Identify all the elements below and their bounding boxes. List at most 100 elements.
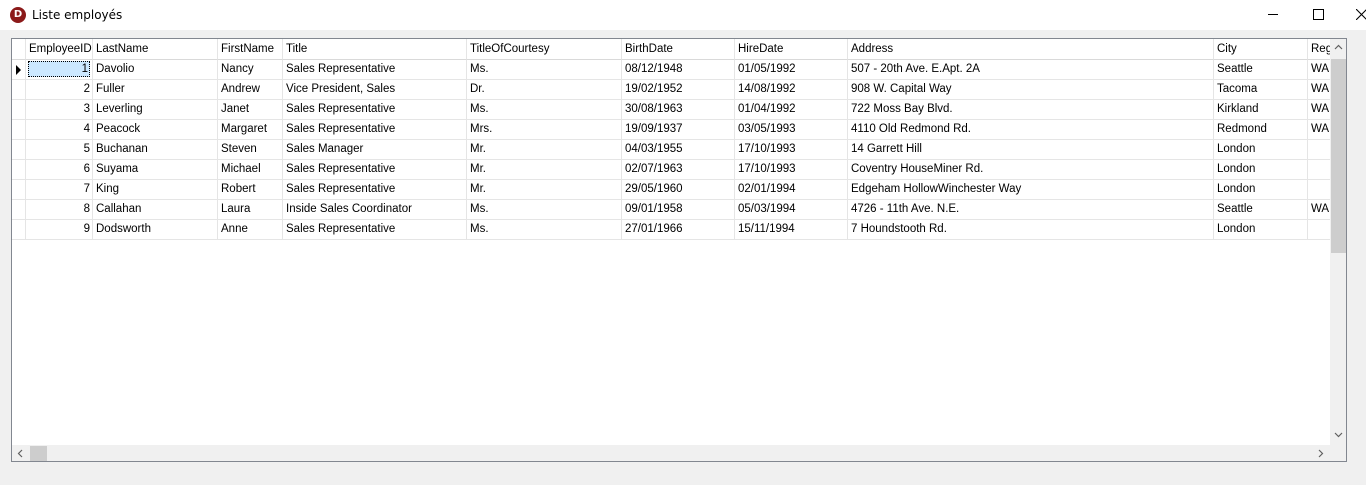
table-cell[interactable]: 8 [26, 200, 93, 220]
vertical-scrollbar[interactable] [1330, 39, 1346, 445]
table-cell[interactable]: Seattle [1214, 60, 1308, 80]
table-cell[interactable]: 6 [26, 160, 93, 180]
scroll-up-button[interactable] [1330, 39, 1346, 56]
table-cell[interactable]: 17/10/1993 [735, 160, 848, 180]
vertical-scroll-thumb[interactable] [1331, 59, 1346, 253]
row-header[interactable] [12, 140, 26, 160]
row-header[interactable] [12, 200, 26, 220]
maximize-button[interactable] [1296, 0, 1342, 30]
table-cell[interactable]: 08/12/1948 [622, 60, 735, 80]
table-cell[interactable]: Sales Representative [283, 180, 467, 200]
col-address-header[interactable]: Address [848, 39, 1214, 60]
col-hiredate-header[interactable]: HireDate [735, 39, 848, 60]
table-cell[interactable]: 9 [26, 220, 93, 240]
table-cell[interactable]: Robert [218, 180, 283, 200]
employees-grid[interactable]: EmployeeID LastName FirstName Title TitleOfC… [11, 38, 1347, 462]
table-cell[interactable]: Sales Representative [283, 60, 467, 80]
row-header[interactable] [12, 160, 26, 180]
table-cell[interactable]: Sales Representative [283, 220, 467, 240]
table-cell[interactable]: Sales Representative [283, 100, 467, 120]
table-cell[interactable]: 14 Garrett Hill [848, 140, 1214, 160]
table-cell[interactable]: 3 [26, 100, 93, 120]
close-button[interactable] [1342, 0, 1366, 30]
table-cell[interactable]: Dodsworth [93, 220, 218, 240]
scroll-left-button[interactable] [12, 445, 29, 461]
table-cell[interactable]: 14/08/1992 [735, 80, 848, 100]
table-cell[interactable]: 09/01/1958 [622, 200, 735, 220]
table-cell[interactable]: 29/05/1960 [622, 180, 735, 200]
table-cell[interactable]: 05/03/1994 [735, 200, 848, 220]
table-cell[interactable]: Ms. [467, 100, 622, 120]
table-cell[interactable]: King [93, 180, 218, 200]
table-cell[interactable]: Mr. [467, 140, 622, 160]
table-cell[interactable]: London [1214, 160, 1308, 180]
table-cell[interactable]: Sales Representative [283, 160, 467, 180]
table-cell[interactable]: 4110 Old Redmond Rd. [848, 120, 1214, 140]
table-cell[interactable]: 27/01/1966 [622, 220, 735, 240]
table-cell[interactable]: London [1214, 140, 1308, 160]
table-cell[interactable]: Laura [218, 200, 283, 220]
table-cell[interactable]: 507 - 20th Ave. E.Apt. 2A [848, 60, 1214, 80]
table-cell[interactable]: 03/05/1993 [735, 120, 848, 140]
table-cell[interactable]: Callahan [93, 200, 218, 220]
table-cell[interactable]: 2 [26, 80, 93, 100]
row-header[interactable] [12, 220, 26, 240]
horizontal-scroll-thumb[interactable] [30, 446, 47, 461]
table-cell[interactable]: Davolio [93, 60, 218, 80]
col-birthdate-header[interactable]: BirthDate [622, 39, 735, 60]
row-header[interactable] [12, 120, 26, 140]
col-title-header[interactable]: Title [283, 39, 467, 60]
table-cell[interactable]: Margaret [218, 120, 283, 140]
table-cell[interactable]: Vice President, Sales [283, 80, 467, 100]
table-cell[interactable]: Ms. [467, 220, 622, 240]
table-cell[interactable]: Mr. [467, 160, 622, 180]
col-lastname-header[interactable]: LastName [93, 39, 218, 60]
table-cell[interactable]: Sales Representative [283, 120, 467, 140]
table-cell[interactable]: Anne [218, 220, 283, 240]
table-row[interactable]: 5 Buchanan Steven Sales Manager Mr. 04/03/195… [12, 140, 1346, 160]
table-cell[interactable]: Ms. [467, 60, 622, 80]
table-cell[interactable]: Suyama [93, 160, 218, 180]
table-cell[interactable]: Ms. [467, 200, 622, 220]
table-row[interactable]: 3 Leverling Janet Sales Representative Ms. 30… [12, 100, 1346, 120]
table-cell[interactable]: 17/10/1993 [735, 140, 848, 160]
table-cell[interactable]: 4726 - 11th Ave. N.E. [848, 200, 1214, 220]
table-cell[interactable]: 722 Moss Bay Blvd. [848, 100, 1214, 120]
table-cell[interactable]: Peacock [93, 120, 218, 140]
table-cell[interactable]: London [1214, 220, 1308, 240]
table-row[interactable]: 4 Peacock Margaret Sales Representative Mrs.… [12, 120, 1346, 140]
table-cell[interactable]: Tacoma [1214, 80, 1308, 100]
table-cell[interactable]: 7 [26, 180, 93, 200]
table-cell[interactable]: Nancy [218, 60, 283, 80]
table-cell[interactable]: Michael [218, 160, 283, 180]
table-cell[interactable]: 908 W. Capital Way [848, 80, 1214, 100]
table-cell[interactable]: 7 Houndstooth Rd. [848, 220, 1214, 240]
row-header[interactable] [12, 100, 26, 120]
col-city-header[interactable]: City [1214, 39, 1308, 60]
scroll-right-button[interactable] [1312, 445, 1329, 461]
table-cell[interactable]: Sales Manager [283, 140, 467, 160]
row-header[interactable] [12, 80, 26, 100]
table-cell[interactable]: 4 [26, 120, 93, 140]
scroll-down-button[interactable] [1330, 426, 1346, 443]
table-cell[interactable]: 02/07/1963 [622, 160, 735, 180]
table-cell[interactable]: Dr. [467, 80, 622, 100]
table-cell[interactable]: 04/03/1955 [622, 140, 735, 160]
table-cell[interactable]: 19/09/1937 [622, 120, 735, 140]
table-cell[interactable]: Leverling [93, 100, 218, 120]
minimize-button[interactable] [1250, 0, 1296, 30]
table-cell[interactable]: Seattle [1214, 200, 1308, 220]
table-cell[interactable]: Edgeham HollowWinchester Way [848, 180, 1214, 200]
table-cell[interactable]: Kirkland [1214, 100, 1308, 120]
selected-cell-value[interactable]: 1 [28, 61, 90, 77]
table-cell[interactable]: Inside Sales Coordinator [283, 200, 467, 220]
table-row[interactable]: 1 Davolio Nancy Sales Representative Ms. 08/1… [12, 60, 1346, 80]
table-cell[interactable]: 02/01/1994 [735, 180, 848, 200]
table-cell[interactable]: Janet [218, 100, 283, 120]
row-header[interactable] [12, 180, 26, 200]
table-cell[interactable]: Redmond [1214, 120, 1308, 140]
row-header[interactable] [12, 60, 26, 80]
table-cell[interactable]: 1 [26, 60, 93, 80]
table-row[interactable]: 8 Callahan Laura Inside Sales Coordinator Ms… [12, 200, 1346, 220]
horizontal-scrollbar[interactable] [12, 445, 1330, 461]
